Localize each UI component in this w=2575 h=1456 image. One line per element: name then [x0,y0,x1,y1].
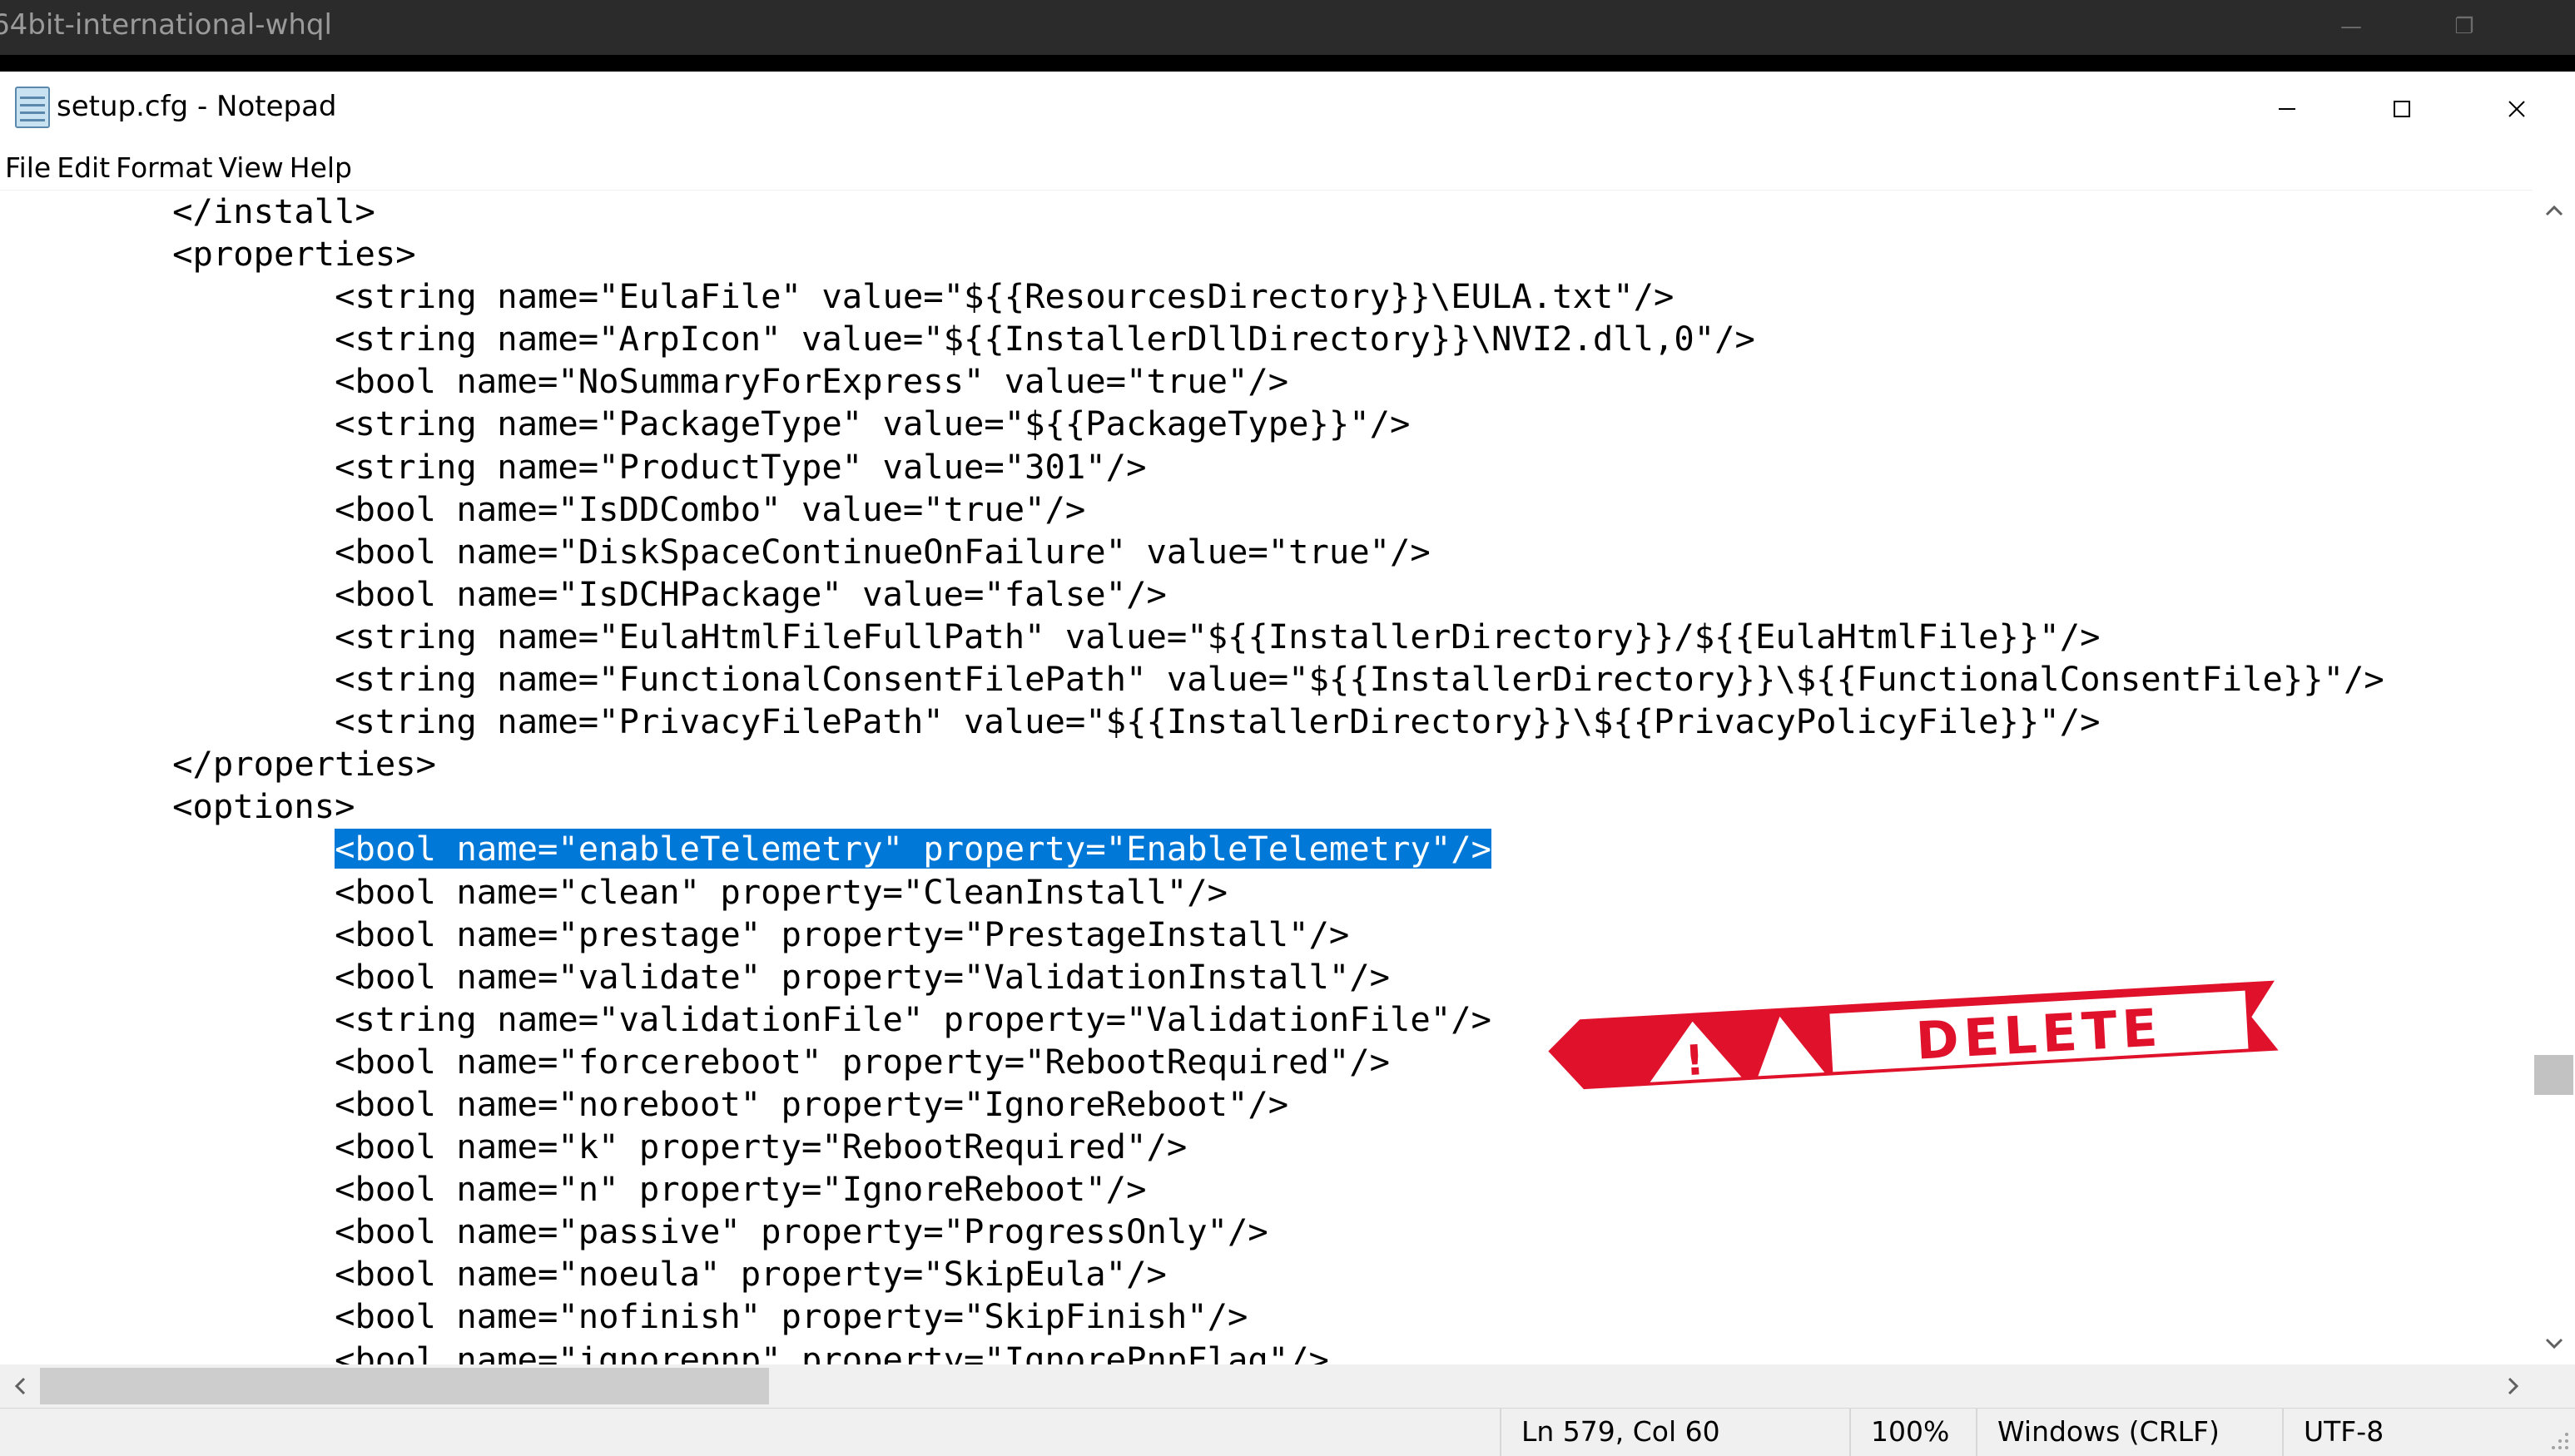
code-line[interactable]: </properties> [10,743,2384,785]
menu-edit[interactable]: Edit [57,146,116,190]
vertical-scrollbar[interactable] [2533,190,2575,1364]
maximize-icon [2394,101,2410,117]
selected-code-line[interactable]: <bool name="enableTelemetry" property="E… [10,828,2384,870]
status-zoom: 100% [1849,1409,1976,1456]
background-restore-icon[interactable]: ❐ [2444,10,2485,43]
code-line[interactable]: <bool name="n" property="IgnoreReboot"/> [10,1168,2384,1211]
delete-stamp-text: DELETE [1914,997,2164,1071]
resize-grip-icon[interactable] [2548,1429,2570,1451]
scroll-down-button[interactable] [2533,1323,2575,1364]
horizontal-scroll-thumb[interactable] [40,1368,769,1404]
chevron-right-icon [2508,1377,2519,1395]
code-line[interactable]: <bool name="passive" property="ProgressO… [10,1211,2384,1253]
menu-view[interactable]: View [218,146,289,190]
code-line[interactable]: <bool name="clean" property="CleanInstal… [10,871,2384,914]
svg-text:!: ! [1684,1036,1705,1085]
close-button[interactable] [2460,72,2573,146]
code-line[interactable]: <bool name="NoSummaryForExpress" value="… [10,360,2384,403]
code-line[interactable]: <bool name="noeula" property="SkipEula"/… [10,1253,2384,1295]
code-line[interactable]: <string name="EulaFile" value="${{Resour… [10,275,2384,318]
code-line[interactable]: <bool name="noreboot" property="IgnoreRe… [10,1083,2384,1126]
menu-bar: File Edit Format View Help [0,146,2575,190]
scroll-right-button[interactable] [2493,1364,2533,1408]
close-icon [2508,101,2525,117]
code-line[interactable]: <bool name="ignorepnp" property="IgnoreP… [10,1339,2384,1365]
code-line[interactable]: <bool name="IsDCHPackage" value="false"/… [10,573,2384,616]
code-line[interactable]: </install> [10,191,2384,233]
code-line[interactable]: <bool name="IsDDCombo" value="true"/> [10,488,2384,531]
menu-file[interactable]: File [5,146,57,190]
code-line[interactable]: <string name="ProductType" value="301"/> [10,446,2384,488]
code-line[interactable]: <bool name="nofinish" property="SkipFini… [10,1295,2384,1338]
code-line[interactable]: <bool name="DiskSpaceContinueOnFailure" … [10,531,2384,573]
minimize-icon [2279,108,2295,110]
chevron-down-icon [2545,1338,2563,1350]
minimize-button[interactable] [2230,72,2344,146]
status-cursor-position: Ln 579, Col 60 [1500,1409,1849,1456]
scroll-up-button[interactable] [2533,190,2575,231]
vertical-scroll-thumb[interactable] [2534,1055,2573,1095]
status-line-ending: Windows (CRLF) [1976,1409,2282,1456]
scroll-left-button[interactable] [0,1364,40,1408]
code-line[interactable]: <properties> [10,233,2384,275]
menu-format[interactable]: Format [116,146,218,190]
editor-text[interactable]: </install> <properties> <string name="Eu… [10,191,2384,1365]
background-minimize-icon[interactable]: — [2330,10,2372,43]
background-window-title: 64bit-international-whql [0,8,332,42]
code-line[interactable]: <bool name="k" property="RebootRequired"… [10,1126,2384,1168]
background-window-titlebar: 64bit-international-whql — ❐ [0,0,2575,55]
notepad-icon[interactable] [15,87,50,128]
code-line[interactable]: <bool name="prestage" property="Prestage… [10,914,2384,956]
code-line[interactable]: <string name="EulaHtmlFileFullPath" valu… [10,616,2384,658]
code-line[interactable]: <string name="PackageType" value="${{Pac… [10,403,2384,445]
status-bar: Ln 579, Col 60 100% Windows (CRLF) UTF-8 [0,1408,2575,1456]
window-title: setup.cfg - Notepad [57,90,337,123]
chevron-left-icon [14,1377,26,1395]
menu-help[interactable]: Help [290,146,358,190]
maximize-button[interactable] [2345,72,2458,146]
text-editor[interactable]: </install> <properties> <string name="Eu… [0,190,2533,1365]
background-window-edge [0,55,2575,72]
code-line[interactable]: <string name="FunctionalConsentFilePath"… [10,658,2384,701]
code-line[interactable]: <options> [10,785,2384,828]
screen: 64bit-international-whql — ❐ setup.cfg -… [0,0,2575,1456]
chevron-up-icon [2545,205,2563,216]
text-selection[interactable]: <bool name="enableTelemetry" property="E… [335,829,1491,869]
code-line[interactable]: <string name="ArpIcon" value="${{Install… [10,318,2384,360]
notepad-titlebar[interactable]: setup.cfg - Notepad [0,72,2575,146]
status-encoding: UTF-8 [2282,1409,2575,1456]
horizontal-scrollbar[interactable] [0,1364,2575,1408]
code-line[interactable]: <string name="PrivacyFilePath" value="${… [10,701,2384,743]
